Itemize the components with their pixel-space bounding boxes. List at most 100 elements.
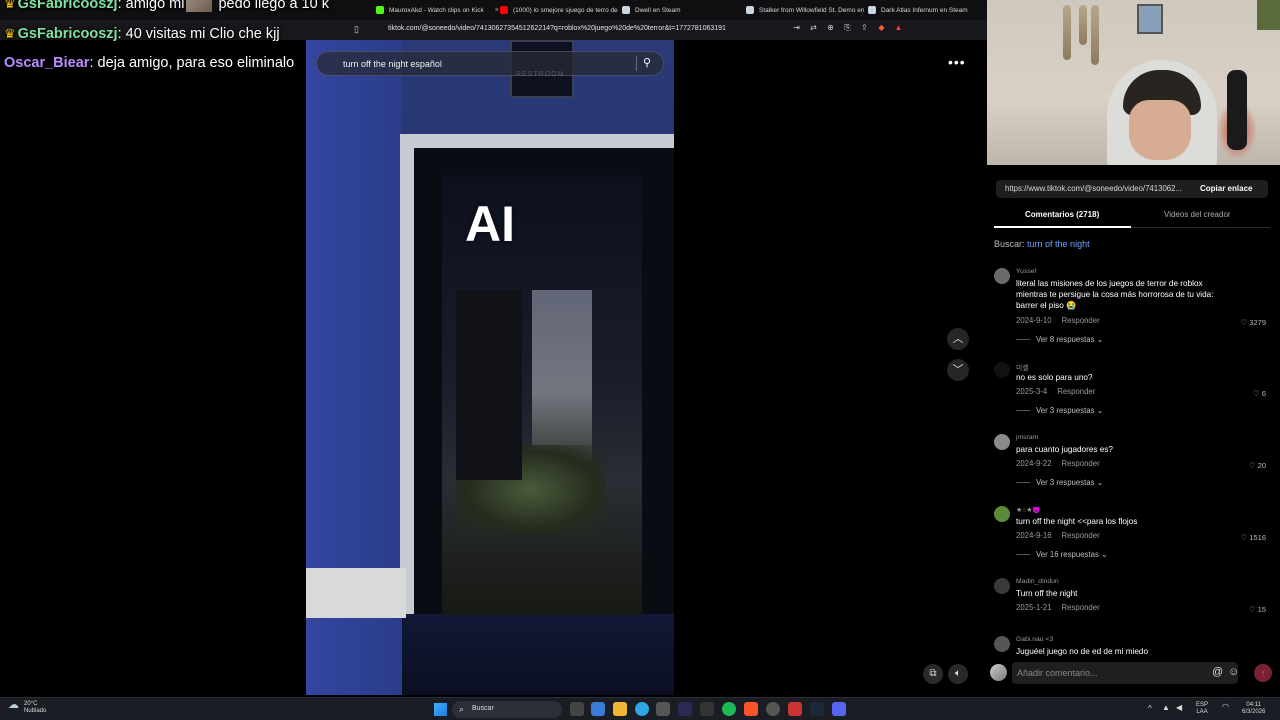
- comment-username[interactable]: 미셸: [1016, 362, 1029, 372]
- like-button[interactable]: ♡ 6: [1253, 389, 1266, 398]
- avatar[interactable]: [994, 578, 1010, 594]
- widgets-icon[interactable]: [591, 702, 605, 716]
- tab-label: Stalker from Willowfield St. Demo en: [759, 6, 865, 14]
- chevron-down-icon: ⌄: [1101, 550, 1108, 559]
- send-button[interactable]: ↑: [1254, 664, 1272, 682]
- steam-icon: [622, 6, 630, 14]
- chevron-up-icon[interactable]: ^: [1148, 705, 1152, 713]
- translate-icon[interactable]: ⇄: [809, 23, 818, 33]
- share-icon[interactable]: ⇪: [860, 23, 869, 33]
- tab-youtube[interactable]: (1000) lo smejore sjuego de terro de: [500, 2, 618, 18]
- network-icon[interactable]: ▲: [1162, 704, 1170, 712]
- tab-kick[interactable]: MauroxAkd - Watch clips on Kick ×: [376, 2, 499, 18]
- view-replies-button[interactable]: Ver 8 respuestas ⌄: [1016, 335, 1103, 344]
- like-count: 1516: [1249, 533, 1266, 542]
- edge-icon[interactable]: [635, 702, 649, 716]
- comment-input[interactable]: Añadir comentario... @ ☺: [1012, 662, 1239, 684]
- captions-button[interactable]: ⧉: [923, 664, 943, 684]
- avatar[interactable]: [994, 268, 1010, 284]
- close-icon[interactable]: ×: [495, 7, 499, 14]
- comment-placeholder: Añadir comentario...: [1017, 668, 1098, 678]
- reader-icon[interactable]: ⇥: [792, 23, 801, 33]
- comment-meta: 2024-9-22 Responder: [1016, 459, 1100, 468]
- weather-widget[interactable]: ☁ 20°C Nublado: [8, 700, 46, 715]
- clock[interactable]: 04:11 6/3/2026: [1242, 702, 1265, 716]
- tab-steam-dwell[interactable]: Dwell en Steam: [622, 2, 681, 18]
- brave-icon[interactable]: [744, 702, 758, 716]
- view-replies-button[interactable]: Ver 16 respuestas ⌄: [1016, 550, 1108, 559]
- like-button[interactable]: ♡ 1516: [1240, 533, 1266, 542]
- url-field[interactable]: tiktok.com/@soneedo/video/74130627354512…: [388, 25, 726, 32]
- app-icon[interactable]: [788, 702, 802, 716]
- reply-button[interactable]: Responder: [1062, 531, 1100, 540]
- task-view-icon[interactable]: [570, 702, 584, 716]
- volume-button[interactable]: 🔈︎: [948, 664, 968, 684]
- comment-username[interactable]: Yussef: [1016, 268, 1036, 275]
- comment-text: turn off the night <<para los flojos: [1016, 517, 1138, 526]
- shield-icon[interactable]: ◆: [877, 23, 886, 33]
- tab-creator-videos[interactable]: Videos del creador: [1164, 210, 1231, 219]
- comment-username[interactable]: jmsram: [1016, 434, 1038, 441]
- spotify-icon[interactable]: [722, 702, 736, 716]
- search-icon[interactable]: ⚲: [643, 56, 659, 72]
- screenshot-icon[interactable]: ⎘: [843, 23, 852, 33]
- comment-username[interactable]: Gabi.nau <3: [1016, 636, 1053, 643]
- search-input[interactable]: turn off the night español: [343, 59, 442, 69]
- reply-button[interactable]: Responder: [1062, 603, 1100, 612]
- mention-icon[interactable]: @: [1212, 666, 1223, 678]
- view-replies-button[interactable]: Ver 3 respuestas ⌄: [1016, 406, 1103, 415]
- avatar[interactable]: [994, 636, 1010, 652]
- steam-icon[interactable]: [810, 702, 824, 716]
- comment-text: no es solo para uno?: [1016, 373, 1093, 382]
- like-button[interactable]: ♡ 15: [1249, 605, 1266, 614]
- chat-message: ♛ GsFabricooszj: 40 visitas mi Clio che k…: [4, 26, 280, 42]
- avatar[interactable]: [994, 506, 1010, 522]
- chat-username: Oscar_Biear: [4, 55, 90, 71]
- comment-username[interactable]: Madin_dindun: [1016, 578, 1059, 585]
- avatar[interactable]: [994, 434, 1010, 450]
- calculator-icon[interactable]: [656, 702, 670, 716]
- like-button[interactable]: ♡ 20: [1249, 461, 1266, 470]
- app-icon[interactable]: [700, 702, 714, 716]
- search-term-link[interactable]: turn of the night: [1027, 239, 1090, 249]
- crown-icon: ♛: [4, 26, 16, 41]
- discord-icon[interactable]: [832, 702, 846, 716]
- tab-comments[interactable]: Comentarios (2718): [1025, 210, 1099, 219]
- next-video-button[interactable]: ﹀: [947, 359, 969, 381]
- tab-label: MauroxAkd - Watch clips on Kick: [389, 6, 484, 14]
- reply-button[interactable]: Responder: [1062, 316, 1100, 325]
- copy-link-button[interactable]: Copiar enlace: [1200, 184, 1252, 193]
- zoom-icon[interactable]: ⊕: [826, 23, 835, 33]
- wifi-icon[interactable]: ◠: [1222, 703, 1229, 711]
- app-icon[interactable]: [678, 702, 692, 716]
- time: 04:11: [1246, 702, 1261, 708]
- emoji-icon[interactable]: ☺: [1228, 666, 1239, 678]
- comment-text: Turn off the night: [1016, 589, 1078, 598]
- tiktok-search-bar[interactable]: turn off the night español ⚲: [316, 51, 664, 76]
- taskbar-search[interactable]: ⌕ Buscar: [452, 701, 562, 718]
- reply-button[interactable]: Responder: [1057, 387, 1095, 396]
- comment-search-suggestion[interactable]: Buscar: turn of the night: [994, 239, 1090, 249]
- tab-steam-stalker[interactable]: Stalker from Willowfield St. Demo en: [746, 2, 864, 18]
- chat-text: : amigo mi: [117, 0, 185, 12]
- comment-date: 2025-1-21: [1016, 603, 1052, 612]
- file-explorer-icon[interactable]: [613, 702, 627, 716]
- comment-username[interactable]: ★○★😈: [1016, 506, 1041, 514]
- obs-icon[interactable]: [766, 702, 780, 716]
- tab-steam-dark-atlas[interactable]: Dark Atlas Infernum en Steam: [868, 2, 968, 18]
- comment-text: Juguéel juego no de ed de mi miedo: [1016, 647, 1149, 656]
- volume-icon[interactable]: ◀: [1176, 704, 1182, 712]
- like-button[interactable]: ♡ 3279: [1240, 318, 1266, 327]
- start-button[interactable]: [434, 703, 447, 716]
- language-indicator[interactable]: ESP LAA: [1196, 702, 1208, 716]
- view-replies-button[interactable]: Ver 3 respuestas ⌄: [1016, 478, 1103, 487]
- bookmark-icon[interactable]: ▯: [354, 24, 359, 35]
- chat-message: Oscar_Biear: deja amigo, para eso elimin…: [4, 55, 294, 71]
- more-options-button[interactable]: •••: [948, 54, 966, 70]
- weather-temp: 20°C: [24, 701, 38, 707]
- avatar[interactable]: [994, 362, 1010, 378]
- previous-video-button[interactable]: ︿: [947, 328, 969, 350]
- reply-button[interactable]: Responder: [1062, 459, 1100, 468]
- video-player[interactable]: RESTROOM AI: [306, 40, 674, 695]
- alert-icon[interactable]: ▲: [894, 23, 903, 33]
